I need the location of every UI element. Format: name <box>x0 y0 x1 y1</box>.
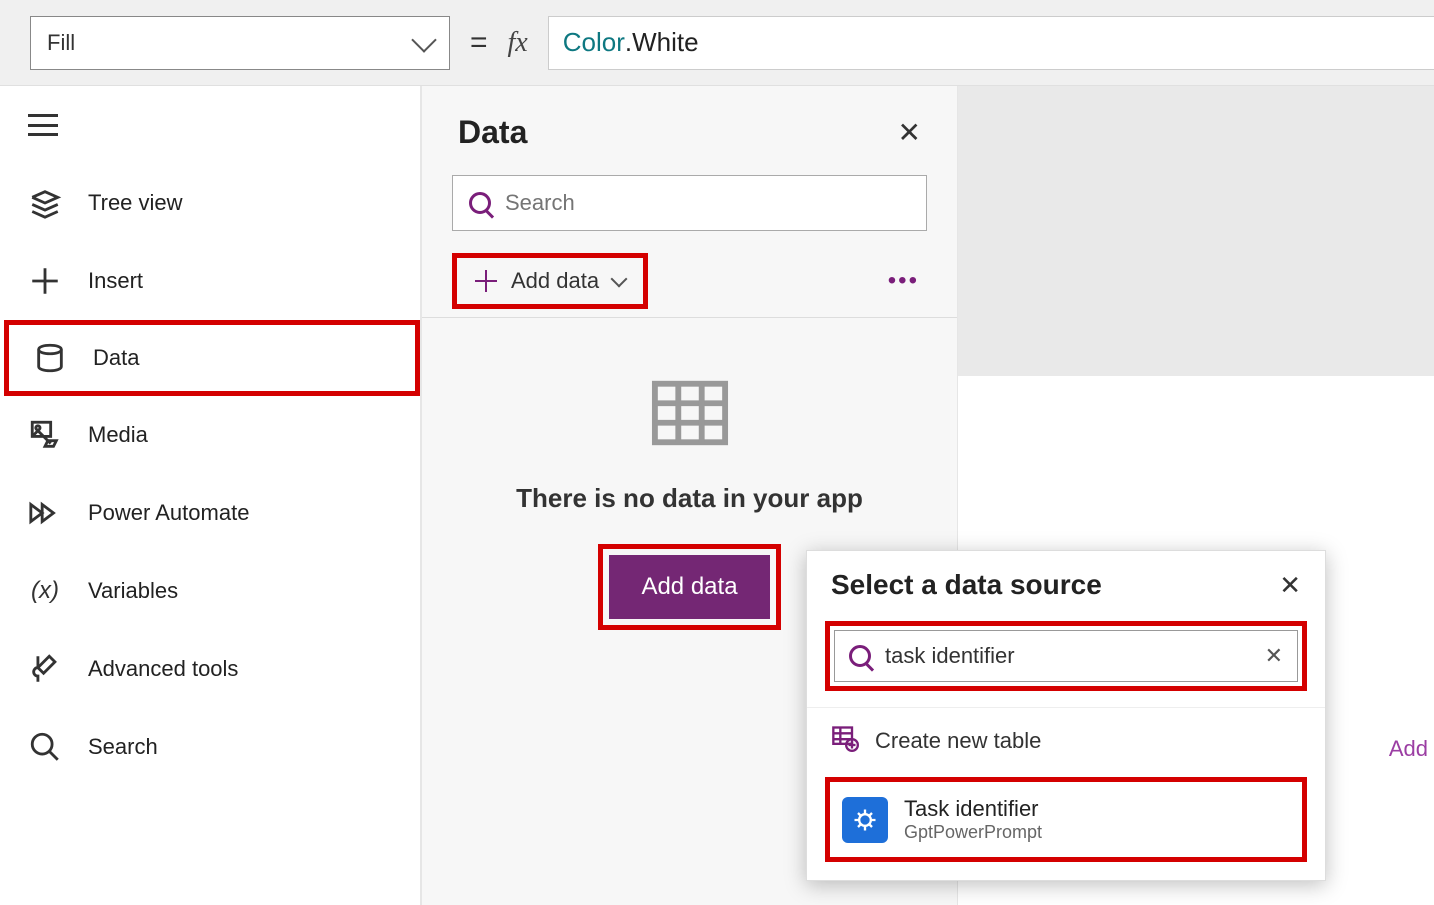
nav-label: Tree view <box>88 190 183 216</box>
plus-icon <box>475 270 497 292</box>
close-icon[interactable]: ✕ <box>1279 570 1301 601</box>
ds-result-title: Task identifier <box>904 796 1042 822</box>
ds-result-subtitle: GptPowerPrompt <box>904 822 1042 843</box>
search-icon <box>469 192 491 214</box>
create-table-label: Create new table <box>875 728 1041 754</box>
nav-insert[interactable]: Insert <box>0 242 420 320</box>
nav-advanced-tools[interactable]: Advanced tools <box>0 630 420 708</box>
ds-result-task-identifier[interactable]: Task identifier GptPowerPrompt <box>830 782 1302 857</box>
property-name: Fill <box>47 30 75 56</box>
add-data-button[interactable]: Add data <box>609 555 769 619</box>
search-icon <box>28 730 62 764</box>
clear-icon[interactable]: ✕ <box>1265 643 1283 669</box>
nav-label: Search <box>88 734 158 760</box>
ds-popup-title: Select a data source <box>831 569 1102 601</box>
more-options-button[interactable]: ••• <box>880 263 927 299</box>
data-search-input[interactable] <box>505 190 910 216</box>
media-icon <box>28 418 62 452</box>
hamburger-button[interactable] <box>28 114 58 136</box>
nav-media[interactable]: Media <box>0 396 420 474</box>
search-icon <box>849 645 871 667</box>
table-icon <box>422 378 957 453</box>
nav-search[interactable]: Search <box>0 708 420 786</box>
ds-search[interactable]: ✕ <box>834 630 1298 682</box>
variable-icon: (x) <box>28 574 62 608</box>
data-source-popup: Select a data source ✕ ✕ Create new tabl… <box>806 550 1326 881</box>
fx-icon: fx <box>508 27 528 59</box>
layers-icon <box>28 186 62 220</box>
formula-input[interactable]: Color.White <box>548 16 1434 70</box>
database-icon <box>33 341 67 375</box>
canvas-add-label[interactable]: Add <box>1389 736 1428 762</box>
flow-icon <box>28 496 62 530</box>
nav-label: Variables <box>88 578 178 604</box>
nav-label: Power Automate <box>88 500 249 526</box>
tools-icon <box>28 652 62 686</box>
ds-search-input[interactable] <box>885 643 1251 669</box>
data-pane-search[interactable] <box>452 175 927 231</box>
left-nav: Tree view Insert Data Media Power Automa <box>0 86 422 905</box>
nav-label: Media <box>88 422 148 448</box>
formula-token-white: White <box>632 27 698 58</box>
formula-bar: Fill = fx Color.White <box>0 0 1434 86</box>
nav-variables[interactable]: (x) Variables <box>0 552 420 630</box>
formula-token-color: Color <box>563 27 625 58</box>
empty-message: There is no data in your app <box>422 483 957 514</box>
nav-label: Advanced tools <box>88 656 238 682</box>
add-data-dropdown[interactable]: Add data <box>452 253 648 309</box>
formula-dot: . <box>625 27 632 58</box>
add-data-label: Add data <box>511 268 599 294</box>
create-new-table[interactable]: Create new table <box>807 707 1325 773</box>
table-plus-icon <box>831 724 859 757</box>
property-selector[interactable]: Fill <box>30 16 450 70</box>
close-icon[interactable]: ✕ <box>898 116 921 149</box>
chevron-down-icon <box>411 27 436 52</box>
ai-model-icon <box>842 797 888 843</box>
data-pane-title: Data <box>458 114 527 151</box>
equals-sign: = <box>470 26 488 60</box>
nav-power-automate[interactable]: Power Automate <box>0 474 420 552</box>
nav-data[interactable]: Data <box>4 320 420 396</box>
chevron-down-icon <box>611 271 628 288</box>
plus-icon <box>28 264 62 298</box>
nav-label: Data <box>93 345 139 371</box>
nav-tree-view[interactable]: Tree view <box>0 164 420 242</box>
nav-label: Insert <box>88 268 143 294</box>
